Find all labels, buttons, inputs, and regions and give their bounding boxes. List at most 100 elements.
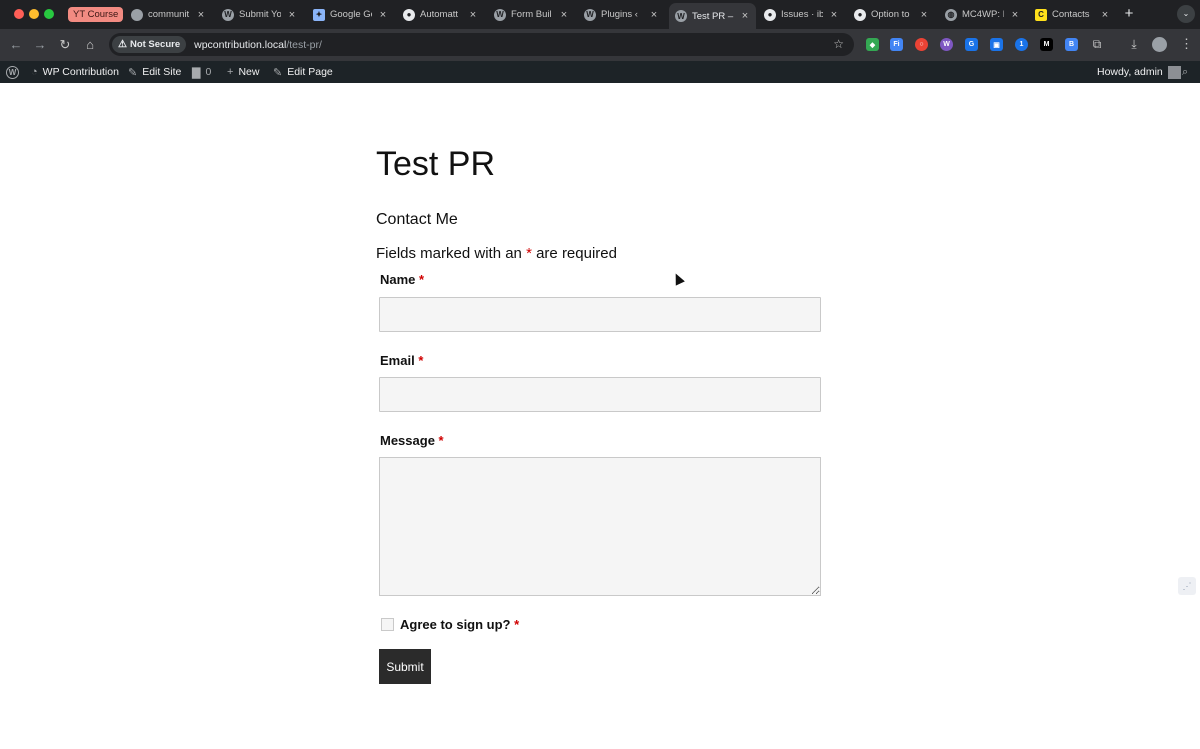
required-star: * [418,353,424,368]
browser-tab[interactable]: W Form Buil × [494,4,569,25]
edit-page-link[interactable]: ✎ Edit Page [273,61,333,83]
browser-tab-active[interactable]: W Test PR – × [669,3,756,29]
puzzle-extensions-icon[interactable]: ⧉ [1090,37,1104,52]
url-text[interactable]: wpcontribution.local/test-pr/ [194,39,322,51]
url-path: /test-pr/ [286,38,322,51]
wordpress-icon: W [584,8,596,21]
tab-title: communit [148,9,190,20]
password-manager-icon[interactable]: 1 [1015,38,1028,51]
browser-tab[interactable]: W Plugins ‹ × [584,4,659,25]
new-content-link[interactable]: + New [227,61,259,83]
agree-label[interactable]: Agree to sign up? * [400,617,519,632]
comments-link[interactable]: ▇ 0 [192,61,211,83]
browser-tab[interactable]: ◍ MC4WP: I × [945,4,1020,25]
agree-checkbox[interactable] [381,618,394,631]
new-label: New [238,66,260,78]
name-label: Name * [380,272,424,287]
close-tab-icon[interactable]: × [378,9,388,21]
close-tab-icon[interactable]: × [829,9,839,21]
extension-w-icon[interactable]: W [940,38,953,51]
forward-arrow-icon[interactable]: → [32,37,48,53]
bookmark-star-icon[interactable]: ☆ [833,37,844,51]
browser-tab[interactable]: ● Option to × [854,4,929,25]
close-tab-icon[interactable]: × [649,9,659,21]
profile-avatar[interactable] [1152,37,1167,52]
back-arrow-icon[interactable]: ← [8,37,24,53]
close-window-button[interactable] [14,9,24,19]
address-bar[interactable]: ⚠ Not Secure wpcontribution.local/test-p… [109,33,854,56]
github-icon: ● [403,8,415,21]
search-icon: ⌕ [1182,65,1189,78]
close-tab-icon[interactable]: × [1100,9,1110,21]
brush-icon: ✎ [128,66,138,79]
name-field[interactable] [379,297,821,332]
browser-tab[interactable]: communit × [131,4,206,25]
tab-title: Plugins ‹ [601,9,638,20]
extension-screen-icon[interactable]: ▣ [990,38,1003,51]
edit-site-link[interactable]: ✎ Edit Site [128,61,181,83]
site-name: WP Contribution [42,66,119,78]
message-label: Message * [380,433,444,448]
extension-color-icon[interactable]: ○ [915,38,928,51]
maximize-window-button[interactable] [44,9,54,19]
account-menu[interactable]: Howdy, admin [1097,61,1181,83]
form-title: Contact Me [376,211,458,228]
admin-search[interactable]: ⌕ [1182,61,1193,83]
browser-tab[interactable]: ● Issues · ib × [764,4,839,25]
wordpress-icon: W [222,8,234,21]
name-label-text: Name [380,272,416,287]
wordpress-logo-icon: W [6,65,19,79]
email-label-text: Email [380,353,415,368]
tab-search-chevron-icon[interactable]: ⌄ [1177,5,1195,23]
browser-tab[interactable]: ✦ Google Ge × [313,4,388,25]
edit-page-label: Edit Page [287,66,333,78]
page-title: Test PR [376,145,496,183]
url-host: wpcontribution.local [194,38,287,51]
globe-icon: ◍ [945,8,957,21]
extension-b-icon[interactable]: B [1065,38,1078,51]
site-name-link[interactable]: ◔ WP Contribution [31,61,119,83]
tab-title: Test PR – [692,10,734,22]
submit-button[interactable]: Submit [379,649,431,684]
more-menu-icon[interactable]: ⋮ [1180,36,1193,52]
security-chip[interactable]: ⚠ Not Secure [112,36,187,53]
home-icon[interactable]: ⌂ [82,37,98,53]
github-icon: ● [764,8,776,21]
message-field[interactable] [379,457,821,596]
tab-title: Submit Yo [239,9,281,20]
mouse-cursor-icon [671,271,685,286]
tab-group-chip[interactable]: YT Course [68,7,124,22]
extension-shield-icon[interactable]: ◆ [866,38,879,51]
dashboard-gauge-icon: ◔ [31,66,38,78]
translate-icon[interactable]: G [965,38,978,51]
browser-tab[interactable]: W Submit Yo × [222,4,297,25]
close-tab-icon[interactable]: × [468,9,478,21]
avatar [1167,65,1181,79]
close-tab-icon[interactable]: × [919,9,929,21]
tab-title: Google Ge [330,9,372,20]
email-label: Email * [380,353,423,368]
browser-tab[interactable]: C Contacts × [1035,4,1110,25]
extension-m-icon[interactable]: M [1040,38,1053,51]
close-tab-icon[interactable]: × [196,9,206,21]
wp-logo-menu[interactable]: W [6,61,19,83]
email-field[interactable] [379,377,821,412]
security-label: Not Secure [129,39,181,50]
howdy-label: Howdy, admin [1097,66,1163,78]
wordpress-icon: W [675,10,687,22]
required-note-text-end: are required [536,245,617,262]
github-icon: ● [854,8,866,21]
reload-icon[interactable]: ↻ [57,37,73,53]
browser-toolbar: ← → ↻ ⌂ ⚠ Not Secure wpcontribution.loca… [0,29,1200,61]
download-icon[interactable]: ⤓ [1127,37,1141,52]
close-tab-icon[interactable]: × [287,9,297,21]
close-tab-icon[interactable]: × [1010,9,1020,21]
new-tab-button[interactable]: + [1122,5,1136,22]
edit-site-label: Edit Site [142,66,182,78]
floating-widget-icon[interactable]: ⋰ [1178,577,1196,595]
close-tab-icon[interactable]: × [559,9,569,21]
browser-tab[interactable]: ● Automatt × [403,4,478,25]
minimize-window-button[interactable] [29,9,39,19]
close-tab-icon[interactable]: × [740,10,750,22]
extension-icon[interactable]: Fi [890,38,903,51]
